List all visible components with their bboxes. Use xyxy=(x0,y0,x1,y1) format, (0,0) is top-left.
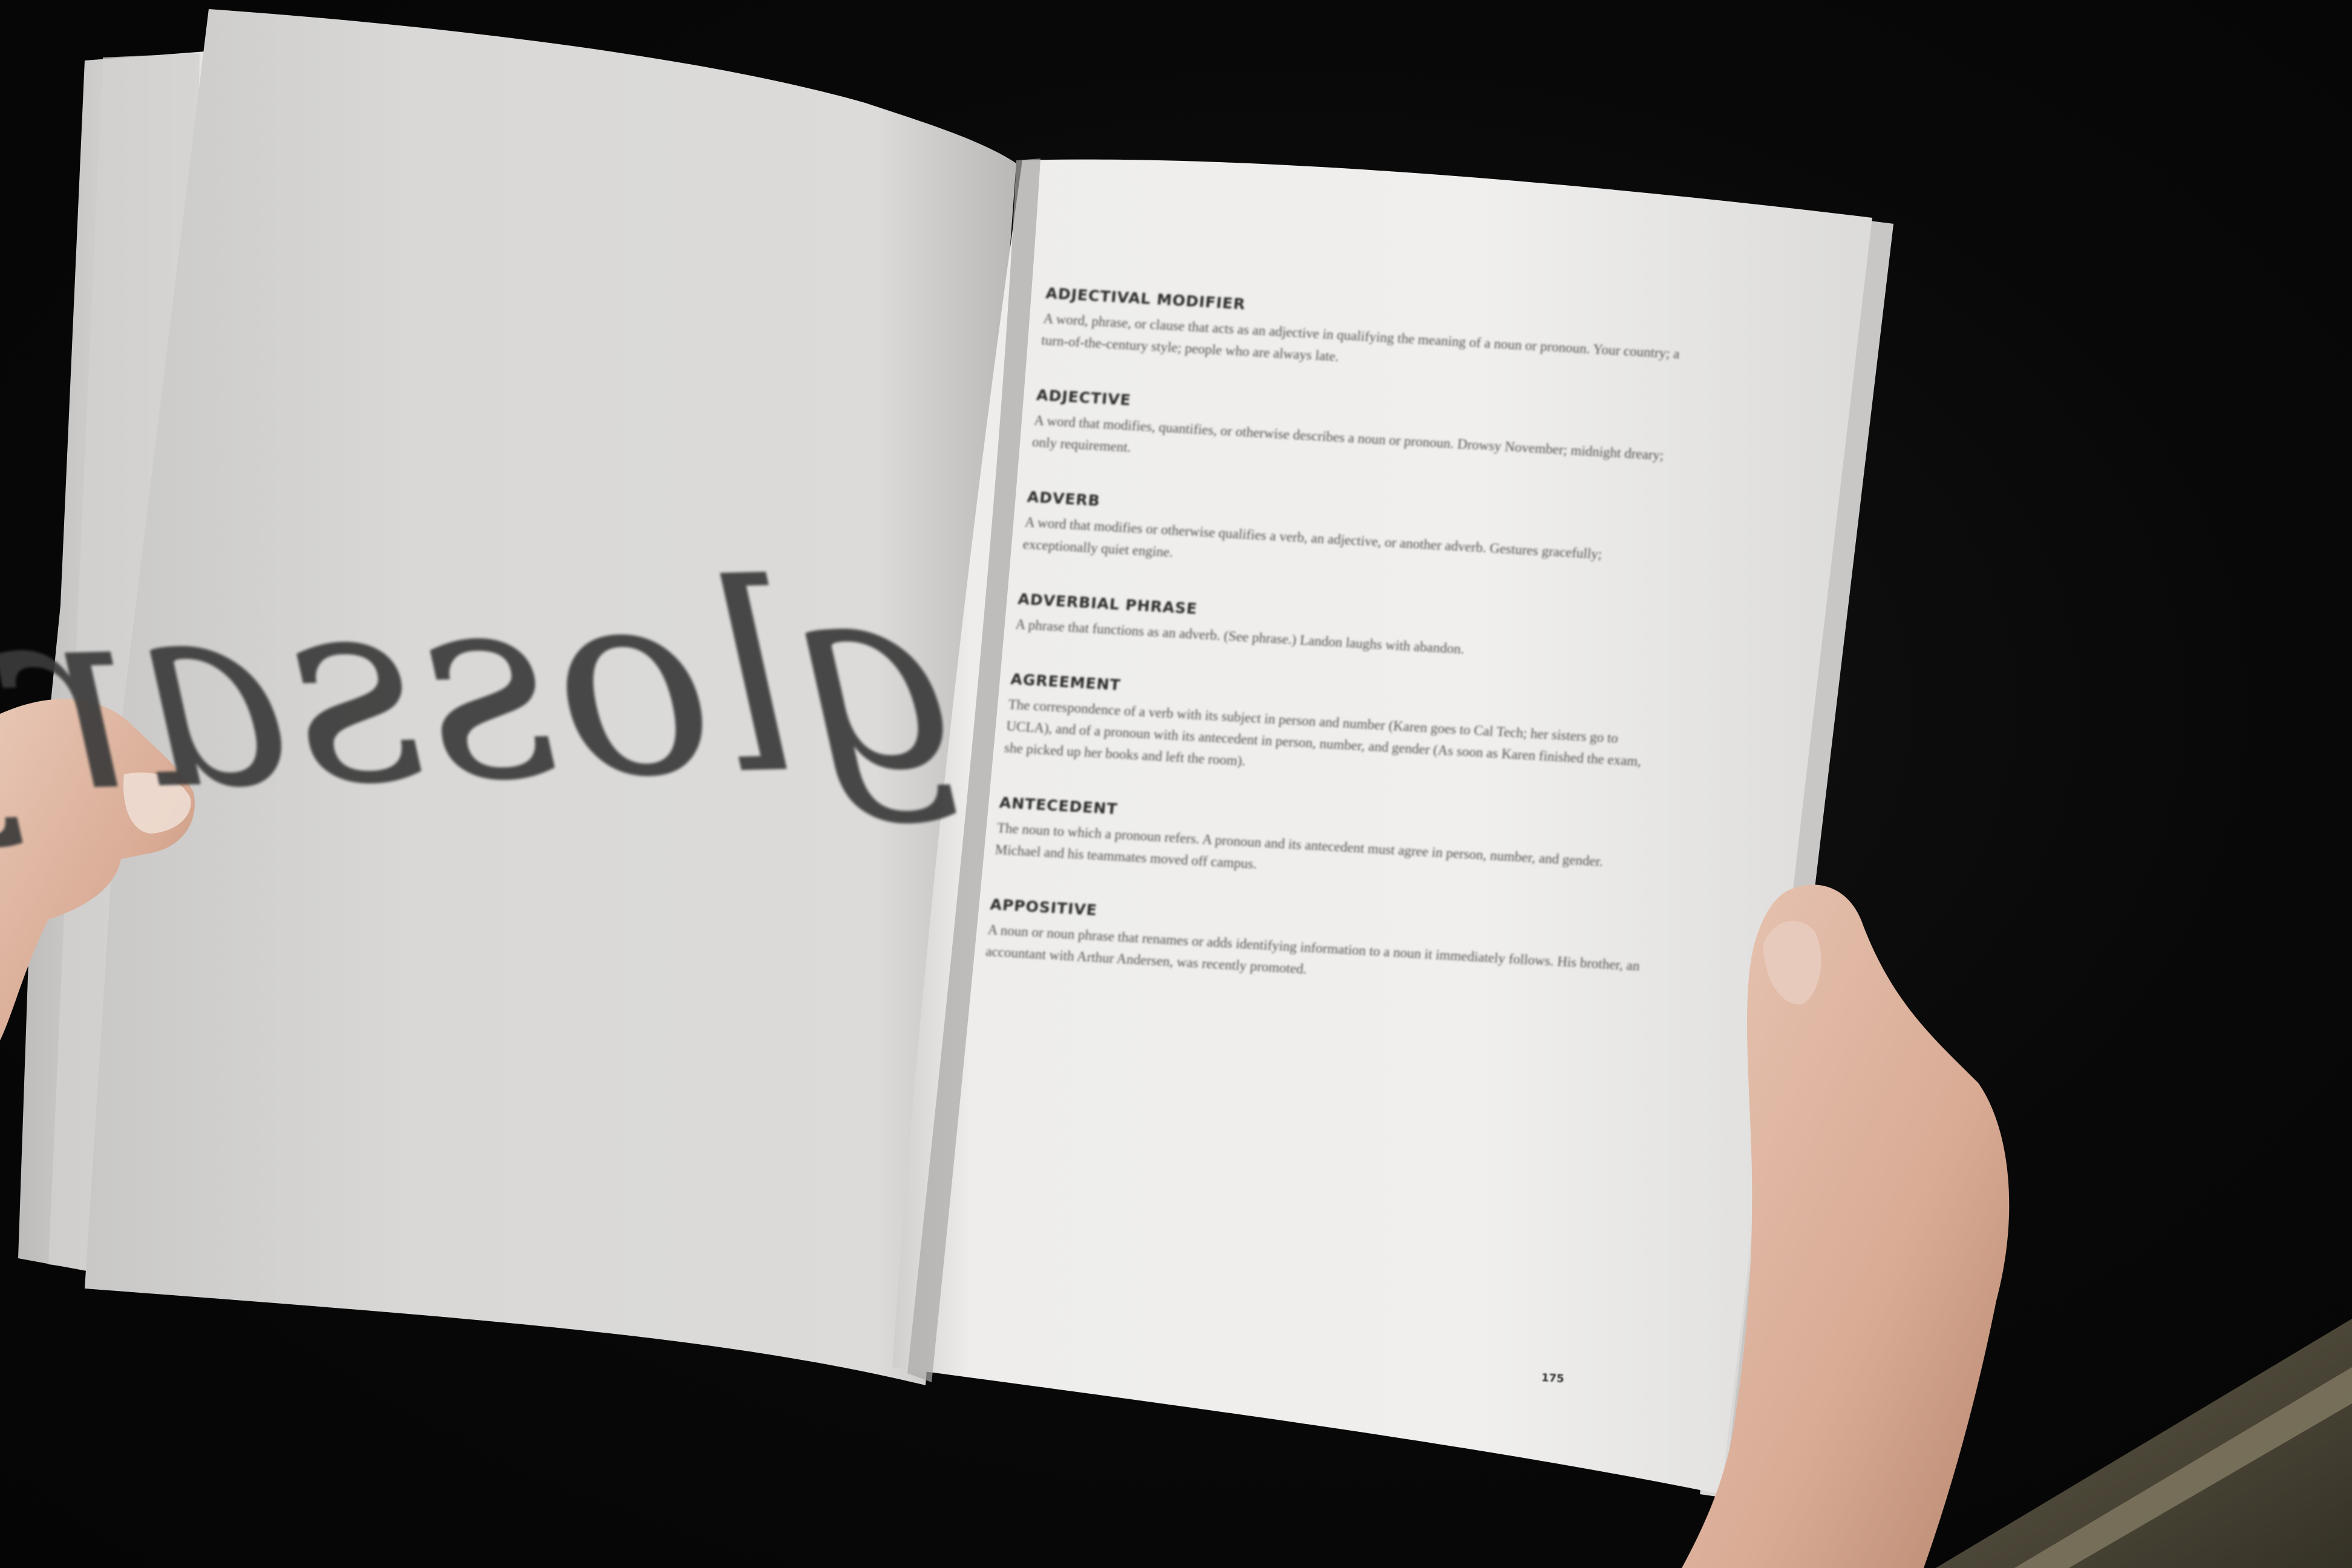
glossary-entries: ADJECTIVAL MODIFIER A word, phrase, or c… xyxy=(982,284,1699,1034)
glossary-entry: ADJECTIVE A word that modifies, quantifi… xyxy=(1031,386,1690,489)
glossary-entry: ADVERB A word that modifies or otherwise… xyxy=(1022,488,1680,592)
photo-scene: glossary ADJECTIVAL MODIFIER A word, phr… xyxy=(0,0,2352,1568)
glossary-entry: ANTECEDENT The noun to which a pronoun r… xyxy=(994,794,1652,897)
glossary-title: glossary xyxy=(0,523,966,855)
glossary-entry: ADVERBIAL PHRASE A phrase that functions… xyxy=(1014,590,1671,671)
page-number: 175 xyxy=(1541,1371,1565,1385)
glossary-entry: AGREEMENT The correspondence of a verb w… xyxy=(1004,670,1664,795)
table-corner xyxy=(1936,1319,2352,1568)
glossary-entry: APPOSITIVE A noun or noun phrase that re… xyxy=(985,895,1643,999)
